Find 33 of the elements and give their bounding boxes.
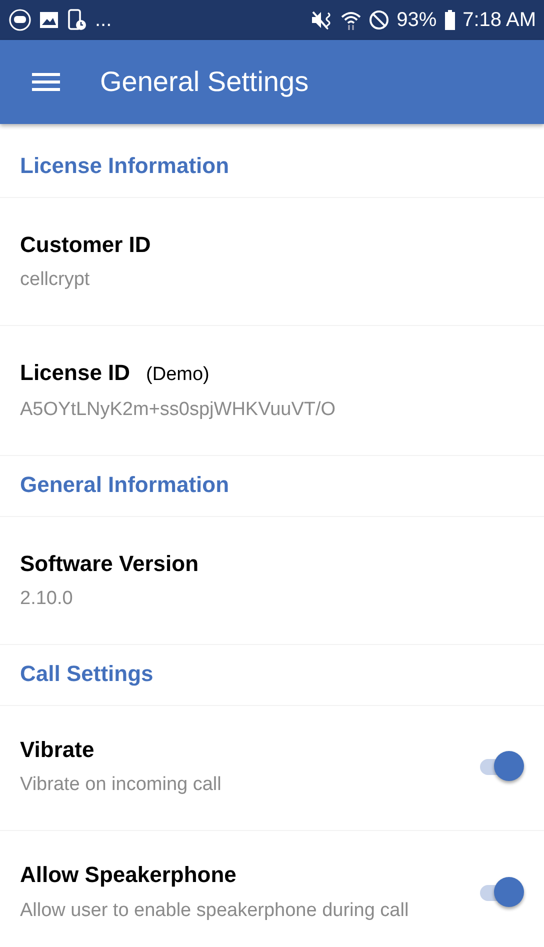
- overflow-text: ...: [95, 8, 112, 33]
- setting-title: Customer ID: [20, 230, 151, 259]
- settings-row[interactable]: Vibrate Vibrate on incoming call: [0, 704, 544, 830]
- settings-row[interactable]: License ID (Demo) A5OYtLNyK2m+ss0spjWHKVuuVT/O: [0, 324, 544, 456]
- demo-label: (Demo): [146, 362, 210, 387]
- settings-row[interactable]: Software Version 2.10.0: [0, 516, 544, 644]
- do-not-disturb-icon: [368, 10, 389, 30]
- settings-row[interactable]: Customer ID cellcrypt: [0, 196, 544, 325]
- setting-summary: Vibrate on incoming call: [20, 773, 222, 798]
- section-heading: Call Settings: [0, 644, 544, 705]
- setting-title: Vibrate: [20, 736, 94, 764]
- setting-summary: Allow user to enable speakerphone during call: [20, 898, 410, 922]
- setting-title: Software Version: [20, 550, 199, 578]
- wifi-icon: [340, 10, 361, 30]
- section-heading: License Information: [19, 152, 230, 180]
- setting-value: 2.10.0: [20, 587, 74, 612]
- toggle-switch[interactable]: [478, 876, 524, 907]
- image-icon: [39, 10, 59, 30]
- setting-title: Allow Speakerphone: [20, 861, 236, 890]
- setting-title: License ID: [20, 358, 130, 387]
- battery-level: 93%: [396, 8, 437, 33]
- battery-icon: [444, 10, 455, 30]
- tablet-clock-icon: [67, 9, 87, 31]
- muted-speaker-icon: [310, 10, 333, 30]
- chat-bubble-icon: [9, 9, 31, 31]
- toggle-switch[interactable]: [478, 751, 524, 782]
- settings-row[interactable]: Allow Speakerphone Allow user to enable speakerphone during call: [0, 830, 544, 947]
- clock-time: 7:18 AM: [462, 8, 536, 33]
- setting-value: cellcrypt: [20, 268, 91, 292]
- setting-value: A5OYtLNyK2m+ss0spjWHKVuuVT/O: [20, 398, 337, 422]
- section-heading: General Information: [0, 455, 544, 516]
- menu-button[interactable]: [32, 72, 60, 92]
- screen-title: General Settings: [100, 65, 309, 99]
